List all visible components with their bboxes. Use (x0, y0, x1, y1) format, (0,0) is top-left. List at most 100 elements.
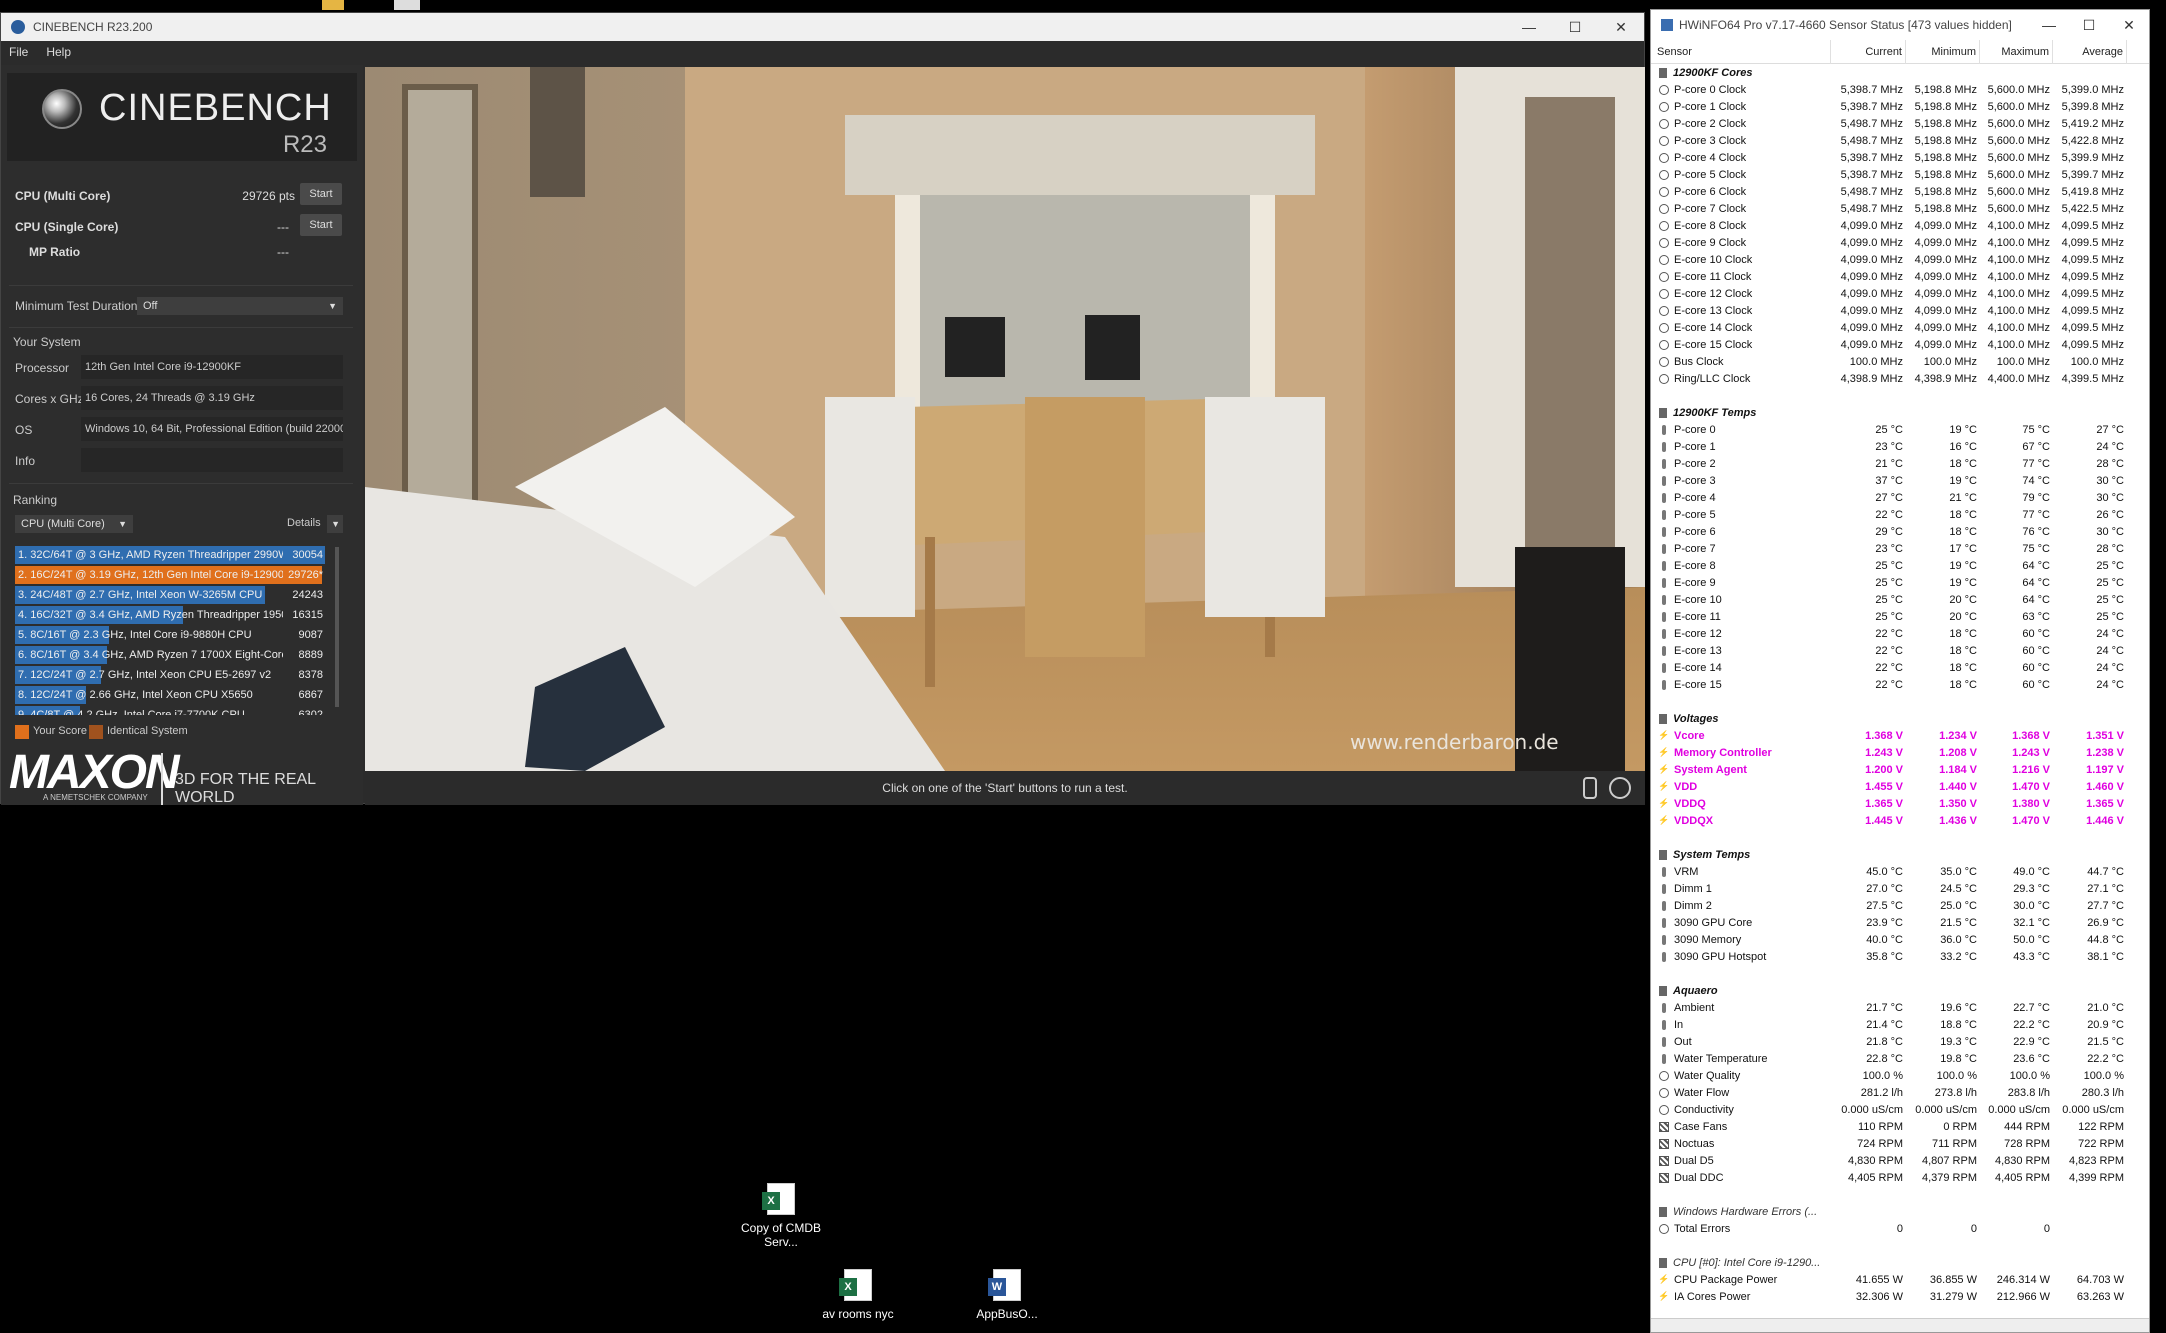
sensor-row[interactable]: P-core 4 27 °C 21 °C 79 °C 30 °C (1651, 489, 2149, 506)
sensor-row[interactable]: P-core 3 37 °C 19 °C 74 °C 30 °C (1651, 472, 2149, 489)
sensor-row[interactable]: P-core 1 23 °C 16 °C 67 °C 24 °C (1651, 438, 2149, 455)
column-current[interactable]: Current (1831, 39, 1906, 64)
sensor-row[interactable]: ⚡ System Agent 1.200 V 1.184 V 1.216 V 1.197 … (1651, 761, 2149, 778)
microphone-icon[interactable] (1583, 777, 1597, 799)
sensor-row[interactable]: Out 21.8 °C 19.3 °C 22.9 °C 21.5 °C (1651, 1033, 2149, 1050)
sensor-row[interactable]: P-core 1 Clock 5,398.7 MHz 5,198.8 MHz 5,60… (1651, 98, 2149, 115)
cinebench-titlebar[interactable]: CINEBENCH R23.200 — ☐ ✕ (1, 13, 1644, 41)
sensor-row[interactable]: E-core 12 Clock 4,099.0 MHz 4,099.0 MHz 4,1… (1651, 285, 2149, 302)
menu-file[interactable]: File (9, 45, 28, 59)
sensor-row[interactable]: E-core 15 Clock 4,099.0 MHz 4,099.0 MHz 4,1… (1651, 336, 2149, 353)
sensor-row[interactable]: In 21.4 °C 18.8 °C 22.2 °C 20.9 °C (1651, 1016, 2149, 1033)
start-single-button[interactable]: Start (300, 214, 342, 236)
ranking-item[interactable]: 2. 16C/24T @ 3.19 GHz, 12th Gen Intel Co… (15, 565, 331, 585)
sensor-row[interactable]: Ring/LLC Clock 4,398.9 MHz 4,398.9 MHz 4,40… (1651, 370, 2149, 387)
ranking-item[interactable]: 6. 8C/16T @ 3.4 GHz, AMD Ryzen 7 1700X E… (15, 645, 331, 665)
ranking-item[interactable]: 9. 4C/8T @ 4.2 GHz, Intel Core i7-7700K … (15, 705, 331, 715)
details-toggle[interactable]: ▼ (327, 515, 343, 533)
sensor-row[interactable]: P-core 6 29 °C 18 °C 76 °C 30 °C (1651, 523, 2149, 540)
sensor-row[interactable]: Water Quality 100.0 % 100.0 % 100.0 % 100.0 … (1651, 1067, 2149, 1084)
hwinfo-titlebar[interactable]: HWiNFO64 Pro v7.17-4660 Sensor Status [4… (1651, 10, 2149, 40)
sensor-row[interactable]: 3090 GPU Core 23.9 °C 21.5 °C 32.1 °C 26.9 °… (1651, 914, 2149, 931)
sensor-row[interactable]: 3090 GPU Hotspot 35.8 °C 33.2 °C 43.3 °C 38.… (1651, 948, 2149, 965)
sensor-row[interactable]: P-core 5 22 °C 18 °C 77 °C 26 °C (1651, 506, 2149, 523)
sensor-row[interactable]: Case Fans 110 RPM 0 RPM 444 RPM 122 RPM (1651, 1118, 2149, 1135)
sensor-row[interactable]: ⚡ IA Cores Power 32.306 W 31.279 W 212.966 W… (1651, 1288, 2149, 1305)
start-multi-button[interactable]: Start (300, 183, 342, 205)
ranking-item[interactable]: 4. 16C/32T @ 3.4 GHz, AMD Ryzen Threadri… (15, 605, 331, 625)
sensor-row[interactable]: E-core 8 25 °C 19 °C 64 °C 25 °C (1651, 557, 2149, 574)
sensor-row[interactable]: Water Temperature 22.8 °C 19.8 °C 23.6 °C 22… (1651, 1050, 2149, 1067)
sensor-row[interactable]: E-core 12 22 °C 18 °C 60 °C 24 °C (1651, 625, 2149, 642)
sensor-row[interactable]: Dimm 2 27.5 °C 25.0 °C 30.0 °C 27.7 °C (1651, 897, 2149, 914)
minimize-icon[interactable]: — (1506, 13, 1552, 41)
sensor-row[interactable]: Conductivity 0.000 uS/cm 0.000 uS/cm 0.000 … (1651, 1101, 2149, 1118)
desktop-icon-appbus[interactable]: W AppBusO... (957, 1269, 1057, 1321)
sensor-row[interactable]: Total Errors 0 0 0 (1651, 1220, 2149, 1237)
sensor-row[interactable]: 3090 Memory 40.0 °C 36.0 °C 50.0 °C 44.8 °C (1651, 931, 2149, 948)
sensor-row[interactable]: E-core 15 22 °C 18 °C 60 °C 24 °C (1651, 676, 2149, 693)
maximize-icon[interactable]: ☐ (1552, 13, 1598, 41)
sensor-row[interactable]: Water Flow 281.2 l/h 273.8 l/h 283.8 l/h 280… (1651, 1084, 2149, 1101)
sensor-row[interactable]: E-core 10 25 °C 20 °C 64 °C 25 °C (1651, 591, 2149, 608)
min-test-select[interactable]: Off ▼ (137, 297, 343, 315)
column-maximum[interactable]: Maximum (1980, 39, 2053, 64)
sensor-row[interactable]: P-core 3 Clock 5,498.7 MHz 5,198.8 MHz 5,60… (1651, 132, 2149, 149)
sensor-row[interactable]: VRM 45.0 °C 35.0 °C 49.0 °C 44.7 °C (1651, 863, 2149, 880)
sensor-row[interactable]: Dimm 1 27.0 °C 24.5 °C 29.3 °C 27.1 °C (1651, 880, 2149, 897)
sensor-row[interactable]: E-core 8 Clock 4,099.0 MHz 4,099.0 MHz 4,10… (1651, 217, 2149, 234)
sensor-group-header[interactable]: 12900KF Cores (1651, 64, 2149, 81)
sensor-row[interactable]: Bus Clock 100.0 MHz 100.0 MHz 100.0 MHz 100.… (1651, 353, 2149, 370)
sensor-group-header[interactable]: Windows Hardware Errors (... (1651, 1203, 2149, 1220)
sensor-row[interactable]: ⚡ Memory Controller 1.243 V 1.208 V 1.243 V 1… (1651, 744, 2149, 761)
sensor-row[interactable]: P-core 0 Clock 5,398.7 MHz 5,198.8 MHz 5,60… (1651, 81, 2149, 98)
desktop-icon-cmdb[interactable]: X Copy of CMDB Serv... (731, 1183, 831, 1249)
sensor-row[interactable]: ⚡ VDD 1.455 V 1.440 V 1.470 V 1.460 V (1651, 778, 2149, 795)
ranking-item[interactable]: 8. 12C/24T @ 2.66 GHz, Intel Xeon CPU X5… (15, 685, 331, 705)
sensor-row[interactable]: E-core 10 Clock 4,099.0 MHz 4,099.0 MHz 4,1… (1651, 251, 2149, 268)
sensor-row[interactable]: P-core 2 Clock 5,498.7 MHz 5,198.8 MHz 5,60… (1651, 115, 2149, 132)
sensor-row[interactable]: E-core 14 22 °C 18 °C 60 °C 24 °C (1651, 659, 2149, 676)
desktop-icon-av-rooms[interactable]: X av rooms nyc (808, 1269, 908, 1321)
sensor-row[interactable]: E-core 9 Clock 4,099.0 MHz 4,099.0 MHz 4,10… (1651, 234, 2149, 251)
ranking-item[interactable]: 7. 12C/24T @ 2.7 GHz, Intel Xeon CPU E5-… (15, 665, 331, 685)
sensor-row[interactable]: P-core 7 Clock 5,498.7 MHz 5,198.8 MHz 5,60… (1651, 200, 2149, 217)
minimize-icon[interactable]: — (2029, 11, 2069, 39)
sensor-row[interactable]: E-core 13 Clock 4,099.0 MHz 4,099.0 MHz 4,1… (1651, 302, 2149, 319)
sensor-row[interactable]: P-core 0 25 °C 19 °C 75 °C 27 °C (1651, 421, 2149, 438)
sensor-row[interactable]: ⚡ VDDQ 1.365 V 1.350 V 1.380 V 1.365 V (1651, 795, 2149, 812)
sensor-group-header[interactable]: 12900KF Temps (1651, 404, 2149, 421)
sensor-group-header[interactable]: System Temps (1651, 846, 2149, 863)
sensor-row[interactable]: Dual DDC 4,405 RPM 4,379 RPM 4,405 RPM 4,399… (1651, 1169, 2149, 1186)
sensor-row[interactable]: Noctuas 724 RPM 711 RPM 728 RPM 722 RPM (1651, 1135, 2149, 1152)
folder-icon[interactable] (322, 0, 344, 10)
window-icon[interactable] (394, 0, 420, 10)
sensor-row[interactable]: E-core 11 Clock 4,099.0 MHz 4,099.0 MHz 4,1… (1651, 268, 2149, 285)
sensor-row[interactable]: E-core 14 Clock 4,099.0 MHz 4,099.0 MHz 4,1… (1651, 319, 2149, 336)
sensor-row[interactable]: P-core 4 Clock 5,398.7 MHz 5,198.8 MHz 5,60… (1651, 149, 2149, 166)
close-icon[interactable]: ✕ (2109, 11, 2149, 39)
sensor-group-header[interactable]: Voltages (1651, 710, 2149, 727)
sensor-row[interactable]: ⚡ CPU Package Power 41.655 W 36.855 W 246.31… (1651, 1271, 2149, 1288)
sensor-group-header[interactable]: Aquaero (1651, 982, 2149, 999)
sensor-row[interactable]: P-core 7 23 °C 17 °C 75 °C 28 °C (1651, 540, 2149, 557)
info-field[interactable] (81, 448, 343, 472)
sensor-row[interactable]: Ambient 21.7 °C 19.6 °C 22.7 °C 21.0 °C (1651, 999, 2149, 1016)
refresh-icon[interactable] (1609, 777, 1631, 799)
ranking-item[interactable]: 1. 32C/64T @ 3 GHz, AMD Ryzen Threadripp… (15, 545, 331, 565)
column-sensor[interactable]: Sensor (1651, 39, 1831, 64)
sensor-row[interactable]: ⚡ VDDQX 1.445 V 1.436 V 1.470 V 1.446 V (1651, 812, 2149, 829)
details-label[interactable]: Details (287, 517, 321, 529)
maximize-icon[interactable]: ☐ (2069, 11, 2109, 39)
sensor-row[interactable]: E-core 13 22 °C 18 °C 60 °C 24 °C (1651, 642, 2149, 659)
menu-help[interactable]: Help (46, 45, 71, 59)
sensor-row[interactable]: E-core 11 25 °C 20 °C 63 °C 25 °C (1651, 608, 2149, 625)
column-minimum[interactable]: Minimum (1906, 39, 1980, 64)
sensor-row[interactable]: E-core 9 25 °C 19 °C 64 °C 25 °C (1651, 574, 2149, 591)
ranking-item[interactable]: 3. 24C/48T @ 2.7 GHz, Intel Xeon W-3265M… (15, 585, 331, 605)
ranking-scrollbar[interactable] (335, 547, 339, 707)
column-average[interactable]: Average (2053, 39, 2127, 64)
ranking-item[interactable]: 5. 8C/16T @ 2.3 GHz, Intel Core i9-9880H… (15, 625, 331, 645)
sensor-row[interactable]: Dual D5 4,830 RPM 4,807 RPM 4,830 RPM 4,823 … (1651, 1152, 2149, 1169)
sensor-group-header[interactable]: CPU [#0]: Intel Core i9-1290... (1651, 1254, 2149, 1271)
